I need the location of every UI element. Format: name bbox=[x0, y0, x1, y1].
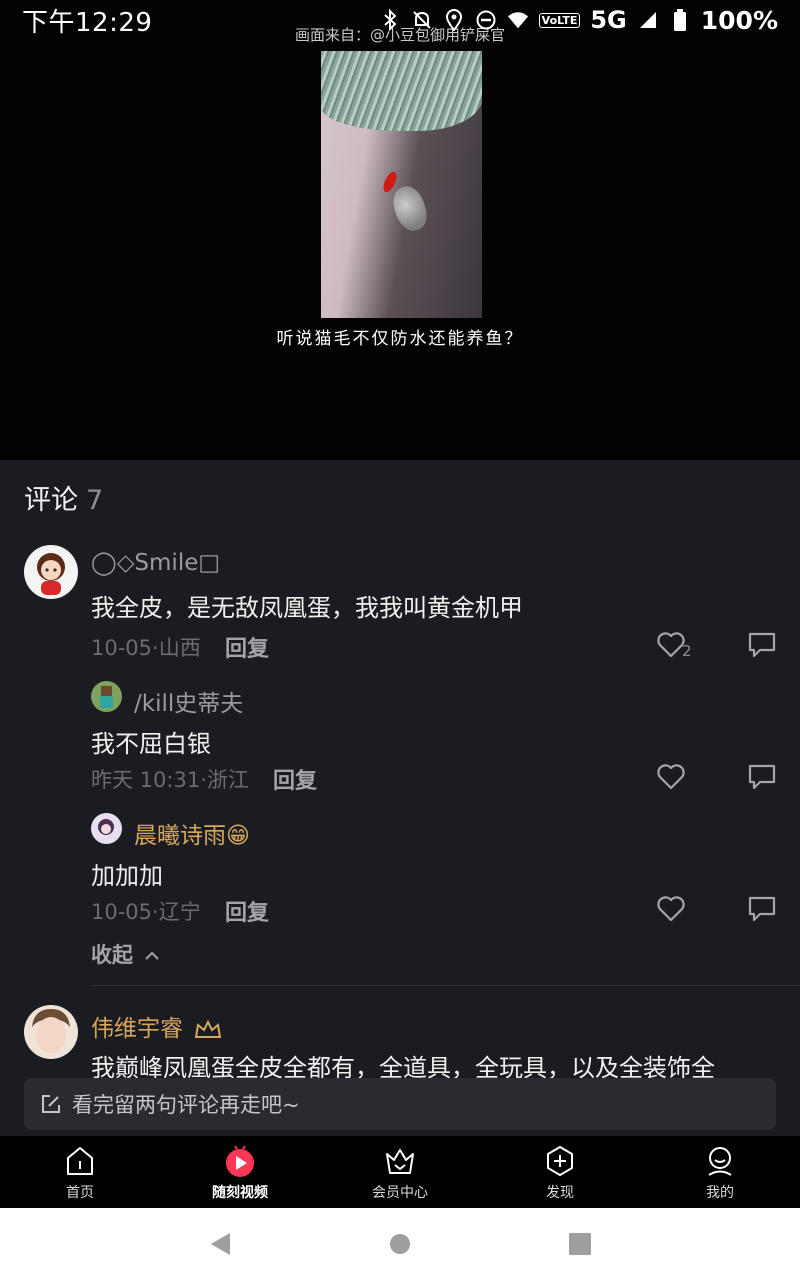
tab-home[interactable]: 首页 bbox=[0, 1136, 160, 1208]
location-icon bbox=[443, 9, 465, 31]
video-frame[interactable] bbox=[321, 51, 482, 318]
comments-panel: 评论 7 ◯◇Smile□ 我全皮，是无敌凤凰蛋，我我叫黄金机甲 10-05·山西… bbox=[0, 460, 800, 1136]
comment-author[interactable]: ◯◇Smile□ bbox=[91, 550, 220, 576]
comment-author[interactable]: 伟维宇睿 bbox=[91, 1009, 222, 1043]
collapse-label: 收起 bbox=[91, 943, 133, 967]
battery-icon bbox=[669, 9, 691, 31]
battery-percent: 100% bbox=[700, 5, 778, 35]
network-type: 5G bbox=[590, 6, 627, 34]
comments-title: 评论 bbox=[24, 485, 78, 516]
comment-text[interactable]: 加加加 bbox=[91, 856, 163, 891]
reply-button[interactable]: 回复 bbox=[273, 763, 317, 795]
divider bbox=[90, 985, 800, 986]
comment-author[interactable]: /kill￼史蒂夫￼ bbox=[134, 684, 243, 718]
tab-label: 首页 bbox=[66, 1185, 94, 1201]
video-caption: 听说猫毛不仅防水还能养鱼？ bbox=[276, 329, 524, 349]
volte-badge: VoLTE bbox=[538, 12, 581, 28]
vip-crown-icon bbox=[195, 1019, 222, 1038]
avatar[interactable] bbox=[91, 813, 122, 844]
back-icon[interactable] bbox=[205, 1229, 235, 1259]
comment-bubble-icon[interactable] bbox=[746, 894, 778, 924]
recents-icon[interactable] bbox=[565, 1229, 595, 1259]
comment-text[interactable]: 我不屈白银 bbox=[91, 724, 211, 759]
crown-icon bbox=[386, 1149, 414, 1174]
comment-author-name: 伟维宇睿 bbox=[91, 1016, 183, 1042]
mute-bell-icon bbox=[411, 9, 433, 31]
status-bar: 下午12:29 VoLTE 5G 100% bbox=[0, 0, 800, 40]
tab-label: 我的 bbox=[706, 1185, 734, 1201]
tab-vip[interactable]: 会员中心 bbox=[320, 1136, 480, 1208]
play-icon bbox=[226, 1145, 254, 1177]
comment-input[interactable]: 看完留两句评论再走吧~ bbox=[24, 1078, 776, 1130]
comment-bubble-icon[interactable] bbox=[746, 762, 778, 792]
bluetooth-icon bbox=[379, 9, 401, 31]
comment-author[interactable]: 晨曦诗雨😁 bbox=[134, 816, 250, 850]
comment-meta: 10-05·山西 bbox=[91, 636, 201, 660]
comments-header: 评论 7 bbox=[24, 478, 103, 517]
reply-button[interactable]: 回复 bbox=[225, 895, 269, 927]
profile-icon bbox=[708, 1147, 732, 1176]
dnd-icon bbox=[475, 9, 497, 31]
wifi-icon bbox=[507, 9, 529, 31]
tab-label: 随刻视频 bbox=[212, 1185, 268, 1201]
comment-meta: 10-05·辽宁 bbox=[91, 900, 201, 924]
avatar[interactable] bbox=[24, 545, 78, 599]
like-count: 2 bbox=[682, 642, 692, 660]
like-icon[interactable] bbox=[656, 894, 690, 924]
avatar[interactable] bbox=[24, 1005, 78, 1059]
comment-bubble-icon[interactable] bbox=[746, 630, 778, 660]
tab-label: 会员中心 bbox=[372, 1185, 428, 1201]
bottom-tab-bar: 首页 随刻视频 会员中心 发现 我的 bbox=[0, 1136, 800, 1208]
comments-count: 7 bbox=[86, 485, 104, 516]
tab-profile[interactable]: 我的 bbox=[640, 1136, 800, 1208]
collapse-replies-button[interactable]: 收起 bbox=[91, 939, 160, 969]
signal-icon bbox=[637, 9, 659, 31]
status-time: 下午12:29 bbox=[22, 7, 153, 38]
avatar[interactable] bbox=[91, 681, 122, 712]
home-circle-icon[interactable] bbox=[385, 1229, 415, 1259]
tab-discover[interactable]: 发现 bbox=[480, 1136, 640, 1208]
like-icon[interactable] bbox=[656, 762, 690, 792]
reply-button[interactable]: 回复 bbox=[225, 631, 269, 663]
tab-video[interactable]: 随刻视频 bbox=[160, 1136, 320, 1208]
comment-meta: 昨天 10:31·浙江 bbox=[91, 768, 249, 792]
system-nav-bar bbox=[0, 1208, 800, 1280]
comment-input-placeholder: 看完留两句评论再走吧~ bbox=[72, 1093, 300, 1117]
tab-label: 发现 bbox=[546, 1185, 574, 1201]
comment-text[interactable]: 我全皮，是无敌凤凰蛋，我我叫黄金机甲 bbox=[91, 588, 523, 623]
edit-icon bbox=[42, 1095, 60, 1113]
video-player[interactable]: 画面来自：@小豆包御用铲屎官 听说猫毛不仅防水还能养鱼？ bbox=[0, 0, 800, 460]
chevron-up-icon bbox=[145, 951, 160, 960]
home-icon bbox=[67, 1147, 93, 1175]
plus-hexagon-icon bbox=[547, 1146, 573, 1176]
